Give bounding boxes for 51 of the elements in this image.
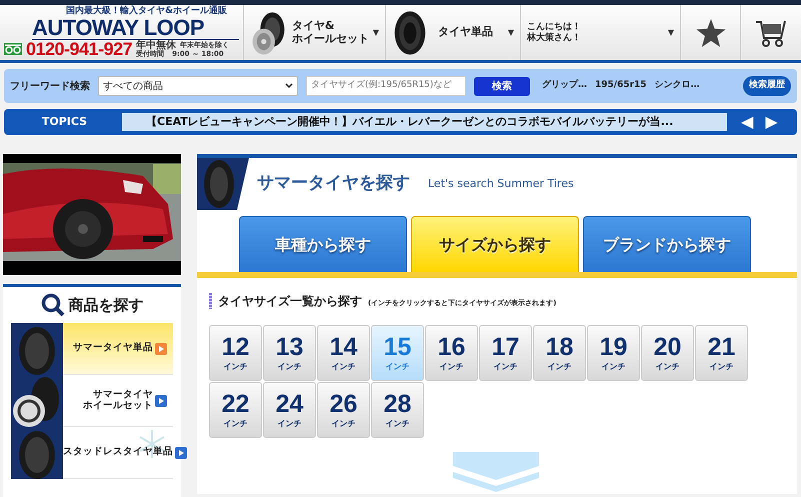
inch-size-button[interactable]: 13 インチ — [263, 325, 316, 381]
inch-size-button[interactable]: 20 インチ — [641, 325, 694, 381]
category-select[interactable]: すべての商品 — [98, 76, 298, 96]
topic-headline[interactable]: 【CEATレビューキャンペーン開催中！】バイエル・レバークーゼンとのコラボモバイルバッテリーが当... — [122, 113, 727, 131]
favorites-star-icon[interactable] — [696, 18, 726, 46]
section-heading: タイヤサイズ一覧から探す — [218, 293, 362, 310]
tagline-text: 国内最大級！輸入タイヤ&ホイール通販 — [66, 7, 227, 17]
caret-icon: ▼ — [372, 26, 379, 38]
caret-icon: ▼ — [508, 26, 514, 38]
search-tab[interactable]: 車種から探す — [239, 216, 407, 272]
sidebar-title: 商品を探す — [68, 294, 144, 316]
search-field[interactable]: タイヤサイズ(例:195/65R15)など — [306, 76, 466, 96]
inch-size-button[interactable]: 15 インチ — [371, 325, 424, 381]
inch-size-button[interactable]: 28 インチ — [371, 382, 424, 438]
inch-size-button[interactable]: 19 インチ — [587, 325, 640, 381]
inch-size-button[interactable]: 14 インチ — [317, 325, 370, 381]
keyword-link[interactable]: シンクロ… — [654, 79, 700, 93]
inch-size-button[interactable]: 24 インチ — [263, 382, 316, 438]
search-button[interactable]: 検索 — [474, 76, 530, 96]
search-icon — [40, 293, 64, 317]
inch-size-button[interactable]: 17 インチ — [479, 325, 532, 381]
search-label: フリーワード検索 — [10, 80, 90, 94]
phone-number: 0120-941-927 — [26, 40, 132, 58]
page-title: サマータイヤを探す — [257, 172, 410, 196]
free-dial-icon — [4, 43, 22, 56]
dropdown-caret-icon — [285, 83, 293, 89]
sidebar-item[interactable]: サマータイヤ ホイールセット — [11, 375, 173, 427]
topics-label: TOPICS — [40, 114, 88, 130]
keyword-link[interactable]: 195/65r15 — [595, 79, 647, 93]
brand-logo[interactable]: AUTOWAY LOOP — [32, 16, 239, 40]
inch-size-button[interactable]: 26 インチ — [317, 382, 370, 438]
tire-icon — [197, 158, 249, 210]
sidebar-item[interactable]: サマータイヤ単品 — [11, 323, 173, 375]
keyword-link[interactable]: グリップ… — [542, 79, 587, 93]
greeting-menu[interactable]: こんにちは！ 林大策さん！ ▼ — [520, 5, 680, 60]
previous-button[interactable]: ◀ — [735, 114, 760, 130]
inch-size-button[interactable]: 22 インチ — [209, 382, 262, 438]
inch-size-button[interactable]: 16 インチ — [425, 325, 478, 381]
next-button[interactable]: ▶ — [759, 114, 784, 130]
tire-icon — [11, 426, 63, 478]
open-days-text: 年中無休 — [136, 40, 176, 51]
search-history-button[interactable]: 検索履歴 — [743, 76, 791, 96]
page-subtitle: Let's search Summer Tires — [428, 176, 574, 192]
inch-size-button[interactable]: 12 インチ — [209, 325, 262, 381]
inch-size-button[interactable]: 18 インチ — [533, 325, 586, 381]
nav-menu-item[interactable]: タイヤ単品 ▼ — [385, 5, 520, 60]
caret-icon: ▼ — [668, 26, 674, 38]
search-tab[interactable]: ブランドから探す — [583, 216, 751, 272]
inch-size-button[interactable]: 21 インチ — [695, 325, 748, 381]
tire-icon — [11, 322, 63, 374]
search-tab[interactable]: サイズから探す — [411, 216, 579, 272]
